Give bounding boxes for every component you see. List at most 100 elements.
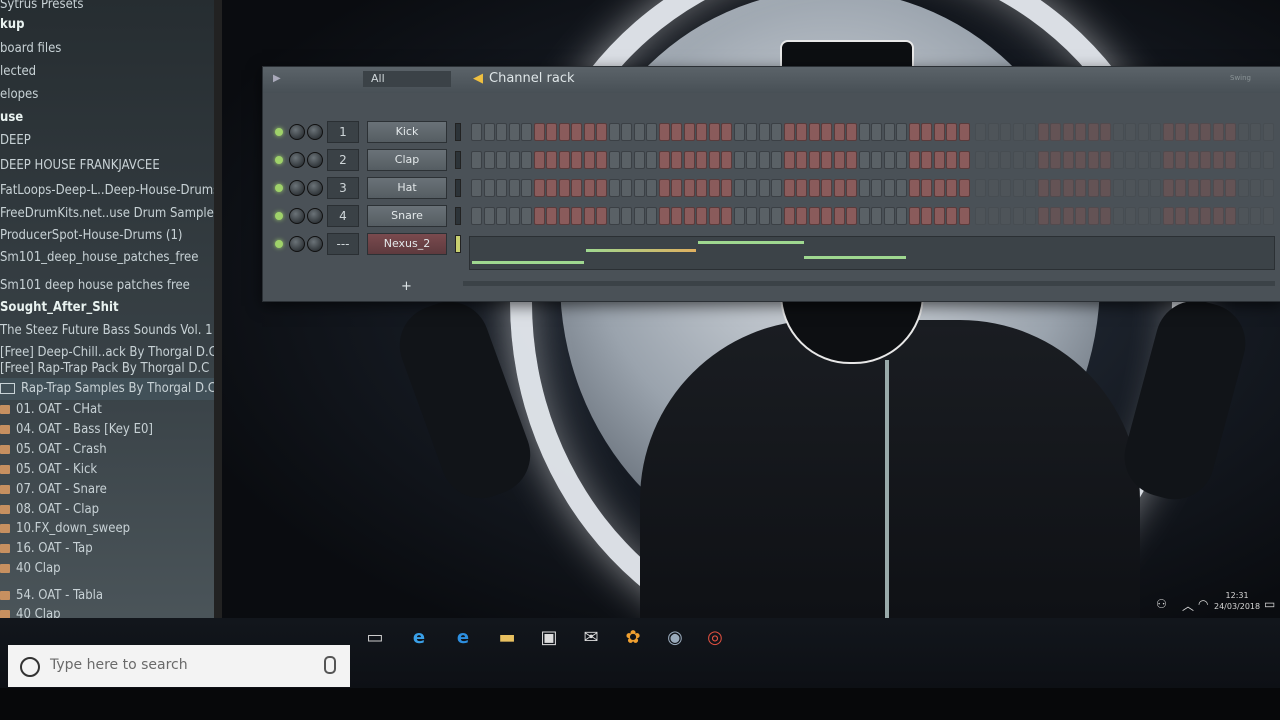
step-button[interactable] bbox=[1025, 179, 1036, 197]
step-button[interactable] bbox=[1200, 123, 1211, 141]
step-button[interactable] bbox=[1187, 179, 1199, 197]
step-button[interactable] bbox=[621, 179, 632, 197]
step-button[interactable] bbox=[758, 179, 770, 197]
step-button[interactable] bbox=[1125, 207, 1136, 225]
step-button[interactable] bbox=[1150, 207, 1161, 225]
channel-mute-led[interactable] bbox=[275, 240, 283, 248]
step-button[interactable] bbox=[571, 207, 582, 225]
step-button[interactable] bbox=[721, 207, 732, 225]
wifi-icon[interactable]: ◠ bbox=[1198, 597, 1208, 611]
step-button[interactable] bbox=[471, 151, 482, 169]
step-button[interactable] bbox=[1175, 179, 1186, 197]
step-button[interactable] bbox=[1100, 207, 1111, 225]
browser-file-item[interactable]: 10.FX_down_sweep bbox=[0, 518, 214, 540]
rack-filter-select[interactable]: All bbox=[363, 71, 451, 87]
step-button[interactable] bbox=[646, 123, 657, 141]
browser-folder-item[interactable]: elopes bbox=[0, 84, 214, 106]
step-button[interactable] bbox=[933, 179, 945, 197]
step-button[interactable] bbox=[1000, 123, 1011, 141]
step-button[interactable] bbox=[933, 151, 945, 169]
step-button[interactable] bbox=[758, 207, 770, 225]
step-button[interactable] bbox=[771, 207, 782, 225]
channel-mute-led[interactable] bbox=[275, 212, 283, 220]
step-button[interactable] bbox=[958, 151, 970, 169]
step-button[interactable] bbox=[1187, 151, 1199, 169]
app-icon[interactable]: ◉ bbox=[662, 625, 688, 651]
step-button[interactable] bbox=[1075, 207, 1086, 225]
step-button[interactable] bbox=[821, 207, 832, 225]
channel-row[interactable]: 2 Clap bbox=[263, 147, 1280, 175]
step-button[interactable] bbox=[733, 151, 745, 169]
step-button[interactable] bbox=[908, 123, 920, 141]
step-button[interactable] bbox=[496, 207, 507, 225]
step-button[interactable] bbox=[871, 179, 882, 197]
step-button[interactable] bbox=[646, 207, 657, 225]
step-button[interactable] bbox=[521, 207, 532, 225]
step-button[interactable] bbox=[696, 207, 707, 225]
taskbar-search-box[interactable]: Type here to search bbox=[8, 645, 350, 687]
channel-name-button[interactable]: Nexus_2 bbox=[367, 233, 447, 255]
step-button[interactable] bbox=[1250, 123, 1261, 141]
step-button[interactable] bbox=[896, 151, 907, 169]
step-button[interactable] bbox=[496, 151, 507, 169]
channel-mixer-track[interactable]: 3 bbox=[327, 177, 359, 199]
step-button[interactable] bbox=[933, 123, 945, 141]
step-button[interactable] bbox=[871, 207, 882, 225]
step-button[interactable] bbox=[808, 179, 820, 197]
step-button[interactable] bbox=[733, 179, 745, 197]
step-button[interactable] bbox=[1100, 151, 1111, 169]
browser-folder-item[interactable]: use bbox=[0, 107, 214, 129]
step-button[interactable] bbox=[596, 207, 607, 225]
step-button[interactable] bbox=[908, 207, 920, 225]
step-button[interactable] bbox=[1187, 207, 1199, 225]
channel-pan-knob[interactable] bbox=[289, 152, 305, 168]
step-button[interactable] bbox=[883, 151, 895, 169]
step-button[interactable] bbox=[733, 207, 745, 225]
add-channel-button[interactable]: + bbox=[401, 279, 412, 294]
step-button[interactable] bbox=[796, 207, 807, 225]
channel-select-indicator[interactable] bbox=[455, 207, 461, 225]
browser-folder-item[interactable]: Sm101_deep_house_patches_free bbox=[0, 247, 214, 269]
step-button[interactable] bbox=[1100, 179, 1111, 197]
step-button[interactable] bbox=[1225, 151, 1236, 169]
people-icon[interactable]: ⚇ bbox=[1156, 597, 1167, 611]
step-button[interactable] bbox=[783, 123, 795, 141]
step-button[interactable] bbox=[533, 151, 545, 169]
channel-row[interactable]: 4 Snare bbox=[263, 203, 1280, 231]
step-button[interactable] bbox=[533, 179, 545, 197]
step-button[interactable] bbox=[1262, 207, 1274, 225]
step-button[interactable] bbox=[1225, 207, 1236, 225]
step-button[interactable] bbox=[1125, 123, 1136, 141]
step-button[interactable] bbox=[1050, 179, 1061, 197]
browser-folder-item[interactable]: DEEP HOUSE FRANKJAVCEE bbox=[0, 155, 214, 177]
step-button[interactable] bbox=[1037, 123, 1049, 141]
step-button[interactable] bbox=[783, 151, 795, 169]
step-button[interactable] bbox=[1150, 123, 1161, 141]
step-button[interactable] bbox=[483, 123, 495, 141]
step-button[interactable] bbox=[558, 207, 570, 225]
channel-mixer-track[interactable]: --- bbox=[327, 233, 359, 255]
task-view-icon[interactable]: ▭ bbox=[362, 625, 388, 651]
rack-menu-arrow-icon[interactable]: ▶ bbox=[273, 73, 281, 84]
step-button[interactable] bbox=[508, 151, 520, 169]
browser-folder-item[interactable]: ProducerSpot-House-Drums (1) bbox=[0, 225, 214, 247]
step-button[interactable] bbox=[1237, 123, 1249, 141]
step-button[interactable] bbox=[1000, 151, 1011, 169]
browser-folder-item[interactable]: DEEP bbox=[0, 130, 214, 152]
channel-mixer-track[interactable]: 1 bbox=[327, 121, 359, 143]
browser-file-item[interactable]: 05. OAT - Kick bbox=[0, 459, 214, 481]
mail-icon[interactable]: ✉ bbox=[578, 625, 604, 651]
step-button[interactable] bbox=[1150, 151, 1161, 169]
step-button[interactable] bbox=[1187, 123, 1199, 141]
channel-select-indicator[interactable] bbox=[455, 179, 461, 197]
cortana-icon[interactable] bbox=[20, 657, 40, 677]
step-button[interactable] bbox=[733, 123, 745, 141]
step-button[interactable] bbox=[546, 207, 557, 225]
browser-file-item[interactable]: 05. OAT - Crash bbox=[0, 439, 214, 461]
browser-folder-item[interactable]: Rap-Trap Samples By Thorgal D.C bbox=[0, 378, 216, 400]
step-button[interactable] bbox=[946, 179, 957, 197]
step-button[interactable] bbox=[708, 179, 720, 197]
step-button[interactable] bbox=[571, 123, 582, 141]
step-button[interactable] bbox=[596, 151, 607, 169]
step-button[interactable] bbox=[671, 179, 682, 197]
